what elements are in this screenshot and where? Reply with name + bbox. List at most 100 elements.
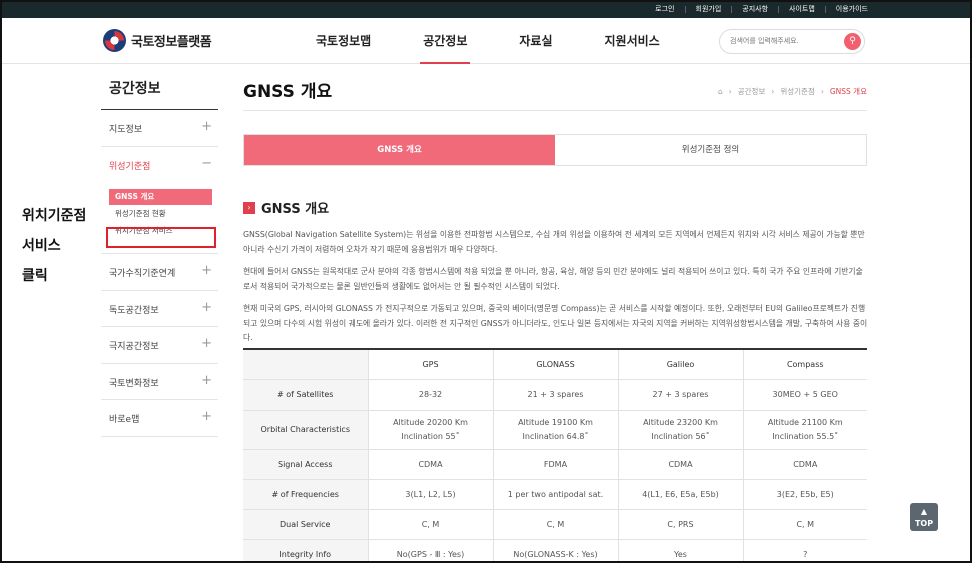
table-cell: No(GLONASS-K : Yes) [492,538,619,563]
nav-item-support[interactable]: 지원서비스 [579,18,686,64]
table-cell: 21 + 3 spares [492,378,619,411]
divider [778,5,780,13]
expand-icon: + [201,263,212,278]
divider [824,5,826,13]
table-cell: CDMA [742,448,867,480]
table-header-cell: Galileo [617,349,744,380]
login-link[interactable]: 로그인 [655,4,674,14]
guide-link[interactable]: 이용가이드 [836,4,868,14]
sidebar-item-label: 지도정보 [109,125,143,135]
table-header-cell [243,349,369,380]
table-row-label: Integrity Info [243,538,369,563]
annotation-line-3: 클릭 [22,268,48,284]
page-title: GNSS 개요 [243,82,333,102]
tab-gnss-overview[interactable]: GNSS 개요 [244,135,555,165]
chevron-right-icon: › [243,201,255,214]
collapse-icon: − [201,155,212,171]
home-icon[interactable]: ⌂ [718,87,723,96]
table-row: Orbital Characteristics Altitude 20200 K… [243,409,867,450]
content-tabs: GNSS 개요 위성기준점 정의 [243,134,867,166]
sidebar-item-satellite-reference[interactable]: 위성기준점 − [101,147,218,184]
tab-reference-definition[interactable]: 위성기준점 정의 [555,135,866,165]
table-header-row: GPS GLONASS Galileo Compass [243,349,867,380]
sidebar-item-label: 위성기준점 [109,161,151,172]
expand-icon: + [201,336,212,351]
sidebar-menu: 지도정보 + 위성기준점 − GNSS 개요 위성기준점 현황 위치기준점 서비… [101,110,218,437]
sidebar-item-label: 극지공간정보 [109,342,159,352]
table-cell: C, M [492,508,619,540]
sidebar-title: 공간정보 [109,81,161,97]
table-cell: ? [742,538,867,563]
sidebar-item-dokdo[interactable]: 독도공간정보 + [101,291,218,327]
nav-item-map[interactable]: 국토정보맵 [290,18,397,64]
table-cell: 28-32 [367,378,494,411]
sidebar-item-map-info[interactable]: 지도정보 + [101,110,218,147]
divider [684,5,686,13]
annotation-highlight-box [106,227,216,248]
submenu-reference-status[interactable]: 위성기준점 현황 [109,206,212,222]
table-cell: Altitude 19100 Km Inclination 64.8˚ [492,409,619,450]
search-box: ⚲ [719,29,865,54]
main-nav: 국토정보맵 공간정보 자료실 지원서비스 [290,18,686,64]
table-cell: Altitude 20200 Km Inclination 55˚ [367,409,494,450]
table-row-label: # of Frequencies [243,478,369,510]
nav-item-archive[interactable]: 자료실 [493,18,578,64]
breadcrumb-separator: › [728,87,732,96]
notice-link[interactable]: 공지사항 [742,4,768,14]
nav-item-spatial-info[interactable]: 공간정보 [397,18,493,64]
paragraph-usage: 현대에 들어서 GNSS는 원목적대로 군사 분야의 각종 항법시스템에 적용 … [243,267,863,291]
divider [731,5,733,13]
paragraph-systems: 현재 미국의 GPS, 러시아의 GLONASS 가 전지구적으로 가동되고 있… [243,304,868,342]
table-row: Dual Service C, M C, M C, PRS C, M [243,508,867,540]
table-cell: 1 per two antipodal sat. [492,478,619,510]
site-logo[interactable]: 국토정보플랫폼 [103,29,212,52]
globe-logo-icon [103,29,126,52]
table-row: # of Satellites 28-32 21 + 3 spares 27 +… [243,378,867,411]
annotation-line-1: 위치기준점 [22,208,87,224]
table-row-label: Dual Service [243,508,369,540]
logo-text: 국토정보플랫폼 [131,35,212,50]
expand-icon: + [201,299,212,315]
table-header-cell: GLONASS [492,349,619,380]
table-cell: Altitude 21100 Km Inclination 55.5˚ [742,409,867,450]
sidebar-item-baro-emap[interactable]: 바로e맵 + [101,400,218,437]
table-cell: C, M [742,508,867,540]
sidebar-item-label: 독도공간정보 [109,305,159,316]
sidebar-item-land-change[interactable]: 국토변화정보 + [101,364,218,400]
search-icon[interactable]: ⚲ [844,33,861,50]
breadcrumb-item[interactable]: 위성기준점 [780,86,815,97]
scroll-top-button[interactable]: ▲ TOP [910,503,938,531]
table-cell: Altitude 23200 Km Inclination 56˚ [617,409,744,450]
table-cell: 30MEO + 5 GEO [742,378,867,411]
table-cell: No(GPS - Ⅲ : Yes) [367,538,494,563]
table-cell: CDMA [367,448,494,480]
table-cell: CDMA [617,448,744,480]
table-cell: C, M [367,508,494,540]
table-cell: 3(L1, L2, L5) [367,478,494,510]
table-header-cell: GPS [367,349,494,380]
sidebar-item-vertical-datum[interactable]: 국가수직기준연계 + [101,254,218,291]
sidebar-item-label: 국토변화정보 [109,378,159,389]
signup-link[interactable]: 회원가입 [696,4,722,14]
breadcrumb-item[interactable]: 공간정보 [738,86,766,97]
section-heading: › GNSS 개요 [243,198,329,217]
table-row-label: Signal Access [243,448,369,480]
paragraph-intro: GNSS(Global Navigation Satellite System)… [243,230,865,254]
expand-icon: + [201,372,212,388]
top-utility-bar: 로그인 회원가입 공지사항 사이트맵 이용가이드 [0,0,972,18]
search-input[interactable] [730,37,840,45]
table-cell: Yes [617,538,744,563]
utility-links: 로그인 회원가입 공지사항 사이트맵 이용가이드 [655,0,868,18]
submenu-gnss-overview[interactable]: GNSS 개요 [109,189,212,205]
table-row: Signal Access CDMA FDMA CDMA CDMA [243,448,867,480]
section-title: GNSS 개요 [261,202,330,217]
gnss-comparison-table: GPS GLONASS Galileo Compass # of Satelli… [243,348,867,563]
sidebar-item-polar[interactable]: 극지공간정보 + [101,327,218,364]
expand-icon: + [201,119,212,134]
table-cell: 27 + 3 spares [617,378,744,411]
breadcrumb-separator: › [771,87,775,96]
sitemap-link[interactable]: 사이트맵 [789,4,815,14]
sidebar-item-label: 국가수직기준연계 [109,269,176,279]
breadcrumb-separator: › [820,87,824,96]
table-header-cell: Compass [742,349,867,380]
